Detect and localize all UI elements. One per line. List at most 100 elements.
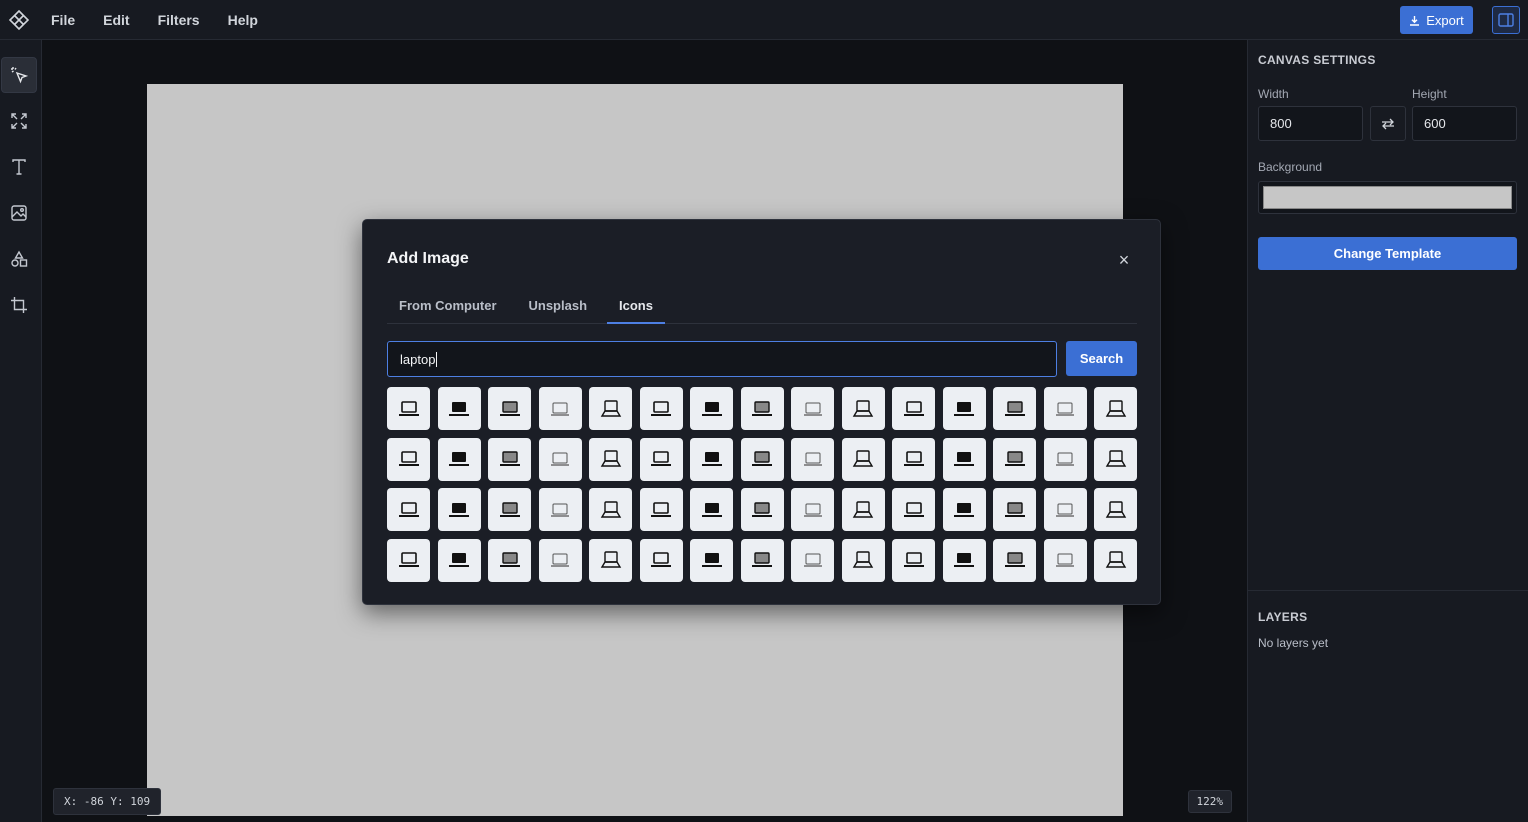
tab-icons[interactable]: Icons [607, 290, 665, 324]
icon-result[interactable] [488, 538, 531, 582]
icon-result[interactable] [993, 437, 1036, 481]
laptop-icon [752, 400, 772, 416]
icon-result[interactable] [791, 437, 834, 481]
app-logo-icon[interactable] [0, 0, 38, 40]
icon-result[interactable] [1094, 488, 1137, 531]
icon-result[interactable] [538, 437, 582, 481]
icon-result[interactable] [841, 488, 885, 531]
icon-result[interactable] [639, 437, 683, 481]
icon-result[interactable] [437, 488, 481, 531]
icon-result[interactable] [639, 488, 683, 531]
icon-result[interactable] [690, 387, 733, 430]
laptop-icon [651, 400, 671, 416]
crop-tool[interactable] [1, 287, 37, 323]
icon-result[interactable] [387, 488, 430, 531]
icon-result[interactable] [791, 538, 834, 582]
icon-result[interactable] [1094, 538, 1137, 582]
panel-toggle-button[interactable] [1492, 6, 1520, 34]
icon-result[interactable] [538, 488, 582, 531]
icon-result[interactable] [1043, 488, 1087, 531]
background-color-picker[interactable] [1258, 181, 1517, 214]
icon-result[interactable] [387, 538, 430, 582]
icon-result[interactable] [690, 538, 733, 582]
icon-result[interactable] [437, 387, 481, 430]
menu-file[interactable]: File [42, 12, 84, 28]
icon-result[interactable] [841, 387, 885, 430]
icon-result[interactable] [740, 538, 784, 582]
width-label: Width [1258, 87, 1289, 101]
icon-result[interactable] [589, 437, 632, 481]
width-input[interactable]: 800 [1258, 106, 1363, 141]
icon-result[interactable] [892, 538, 935, 582]
icon-result[interactable] [892, 437, 935, 481]
icon-result[interactable] [993, 488, 1036, 531]
laptop-icon [1105, 399, 1126, 417]
icon-result[interactable] [488, 488, 531, 531]
icon-result[interactable] [791, 387, 834, 430]
tab-from-computer[interactable]: From Computer [387, 290, 509, 324]
export-button[interactable]: Export [1400, 6, 1473, 34]
icon-result[interactable] [690, 488, 733, 531]
icon-result[interactable] [942, 488, 986, 531]
laptop-icon [600, 551, 621, 568]
icon-result[interactable] [387, 437, 430, 481]
shapes-tool[interactable] [1, 241, 37, 277]
icon-result[interactable] [639, 387, 683, 430]
icon-result[interactable] [639, 538, 683, 582]
laptop-icon [954, 553, 974, 567]
icon-result[interactable] [589, 488, 632, 531]
icon-result[interactable] [740, 437, 784, 481]
icon-result[interactable] [942, 437, 986, 481]
laptop-icon [752, 552, 772, 567]
resize-tool[interactable] [1, 103, 37, 139]
icon-result[interactable] [841, 437, 885, 481]
select-tool[interactable] [1, 57, 37, 93]
icon-result[interactable] [740, 488, 784, 531]
search-button[interactable]: Search [1066, 341, 1137, 376]
icon-result[interactable] [993, 538, 1036, 582]
laptop-icon [600, 500, 621, 518]
icon-result[interactable] [538, 538, 582, 582]
icon-result[interactable] [740, 387, 784, 430]
icon-result[interactable] [488, 387, 531, 430]
icon-search-input[interactable]: laptop [387, 341, 1057, 377]
icon-result[interactable] [538, 387, 582, 430]
text-tool[interactable] [1, 149, 37, 185]
laptop-icon [1105, 551, 1126, 568]
icon-result[interactable] [1094, 437, 1137, 481]
icon-result[interactable] [589, 387, 632, 430]
change-template-button[interactable]: Change Template [1258, 237, 1517, 270]
sidebar-panel-icon [1498, 13, 1514, 27]
menu-help[interactable]: Help [219, 12, 267, 28]
icon-result[interactable] [589, 538, 632, 582]
icon-result[interactable] [488, 437, 531, 481]
icon-result[interactable] [993, 387, 1036, 430]
icon-result[interactable] [387, 387, 430, 430]
icon-result[interactable] [1094, 387, 1137, 430]
icon-result[interactable] [892, 387, 935, 430]
icon-result[interactable] [690, 437, 733, 481]
tab-unsplash[interactable]: Unsplash [517, 290, 600, 324]
menu-edit[interactable]: Edit [94, 12, 138, 28]
close-icon[interactable]: × [1114, 250, 1134, 270]
icon-result[interactable] [437, 538, 481, 582]
laptop-icon [903, 501, 924, 517]
icon-result[interactable] [1043, 387, 1087, 430]
menu-filters[interactable]: Filters [149, 12, 209, 28]
image-tool[interactable] [1, 195, 37, 231]
laptop-icon [398, 501, 419, 517]
zoom-level[interactable]: 122% [1187, 790, 1232, 813]
icon-result[interactable] [892, 488, 935, 531]
icon-result[interactable] [942, 538, 986, 582]
icon-result[interactable] [437, 437, 481, 481]
icon-result[interactable] [1043, 437, 1087, 481]
height-input[interactable]: 600 [1412, 106, 1517, 141]
icon-result[interactable] [791, 488, 834, 531]
icon-result[interactable] [942, 387, 986, 430]
icon-result[interactable] [1043, 538, 1087, 582]
laptop-icon [852, 500, 874, 518]
laptop-icon [803, 503, 822, 517]
icon-result[interactable] [841, 538, 885, 582]
panel-divider [1248, 590, 1528, 591]
swap-dimensions-button[interactable] [1370, 106, 1406, 141]
